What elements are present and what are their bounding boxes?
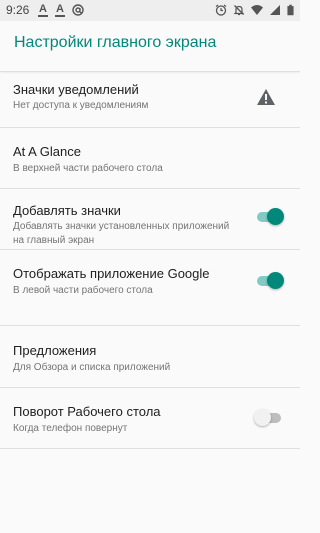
setting-title: At A Glance bbox=[13, 144, 81, 159]
setting-subtitle: В левой части рабочего стола bbox=[13, 285, 153, 296]
setting-title: Значки уведомлений bbox=[13, 82, 139, 97]
warning-icon bbox=[257, 89, 275, 105]
setting-subtitle: Нет доступа к уведомлениям bbox=[13, 100, 149, 111]
home-rotation-toggle[interactable] bbox=[254, 409, 283, 427]
setting-home-rotation[interactable]: Поворот Рабочего стола Когда телефон пов… bbox=[0, 388, 300, 449]
toggle-thumb bbox=[267, 208, 284, 225]
text-a-icon: A bbox=[55, 2, 65, 17]
battery-icon bbox=[287, 4, 294, 16]
status-left-icons: A A bbox=[38, 2, 84, 18]
setting-subtitle: В верхней части рабочего стола bbox=[13, 163, 163, 174]
setting-notification-dots[interactable]: Значки уведомлений Нет доступа к уведомл… bbox=[0, 72, 300, 128]
toggle-thumb bbox=[267, 272, 284, 289]
setting-at-a-glance[interactable]: At A Glance В верхней части рабочего сто… bbox=[0, 128, 300, 189]
page-title: Настройки главного экрана bbox=[14, 34, 217, 51]
text-a-icon: A bbox=[38, 2, 48, 17]
status-right-icons bbox=[215, 2, 294, 18]
setting-add-icons[interactable]: Добавлять значки Добавлять значки устано… bbox=[0, 189, 300, 250]
setting-suggestions[interactable]: Предложения Для Обзора и списка приложен… bbox=[0, 326, 300, 388]
show-google-app-toggle[interactable] bbox=[255, 272, 284, 290]
settings-list: Значки уведомлений Нет доступа к уведомл… bbox=[0, 72, 300, 449]
toggle-thumb bbox=[254, 409, 271, 426]
setting-title: Предложения bbox=[13, 343, 97, 358]
at-sign-icon bbox=[72, 4, 84, 16]
add-icons-toggle[interactable] bbox=[255, 208, 284, 226]
setting-subtitle: Для Обзора и списка приложений bbox=[13, 362, 171, 373]
status-bar: 9:26 A A bbox=[0, 0, 300, 21]
home-settings-screen: 9:26 A A Настройки главного экрана Значк… bbox=[0, 0, 300, 533]
setting-title: Поворот Рабочего стола bbox=[13, 404, 161, 419]
signal-icon bbox=[270, 5, 280, 15]
setting-subtitle: Добавлять значки установленных приложени… bbox=[13, 221, 230, 246]
status-time: 9:26 bbox=[6, 3, 30, 17]
wifi-icon bbox=[251, 5, 263, 15]
setting-title: Добавлять значки bbox=[13, 203, 121, 218]
notifications-off-icon bbox=[233, 5, 245, 16]
alarm-icon bbox=[215, 4, 227, 16]
setting-title: Отображать приложение Google bbox=[13, 266, 210, 281]
app-bar: Настройки главного экрана bbox=[0, 21, 300, 72]
setting-show-google-app[interactable]: Отображать приложение Google В левой час… bbox=[0, 250, 300, 326]
setting-subtitle: Когда телефон повернут bbox=[13, 423, 128, 434]
